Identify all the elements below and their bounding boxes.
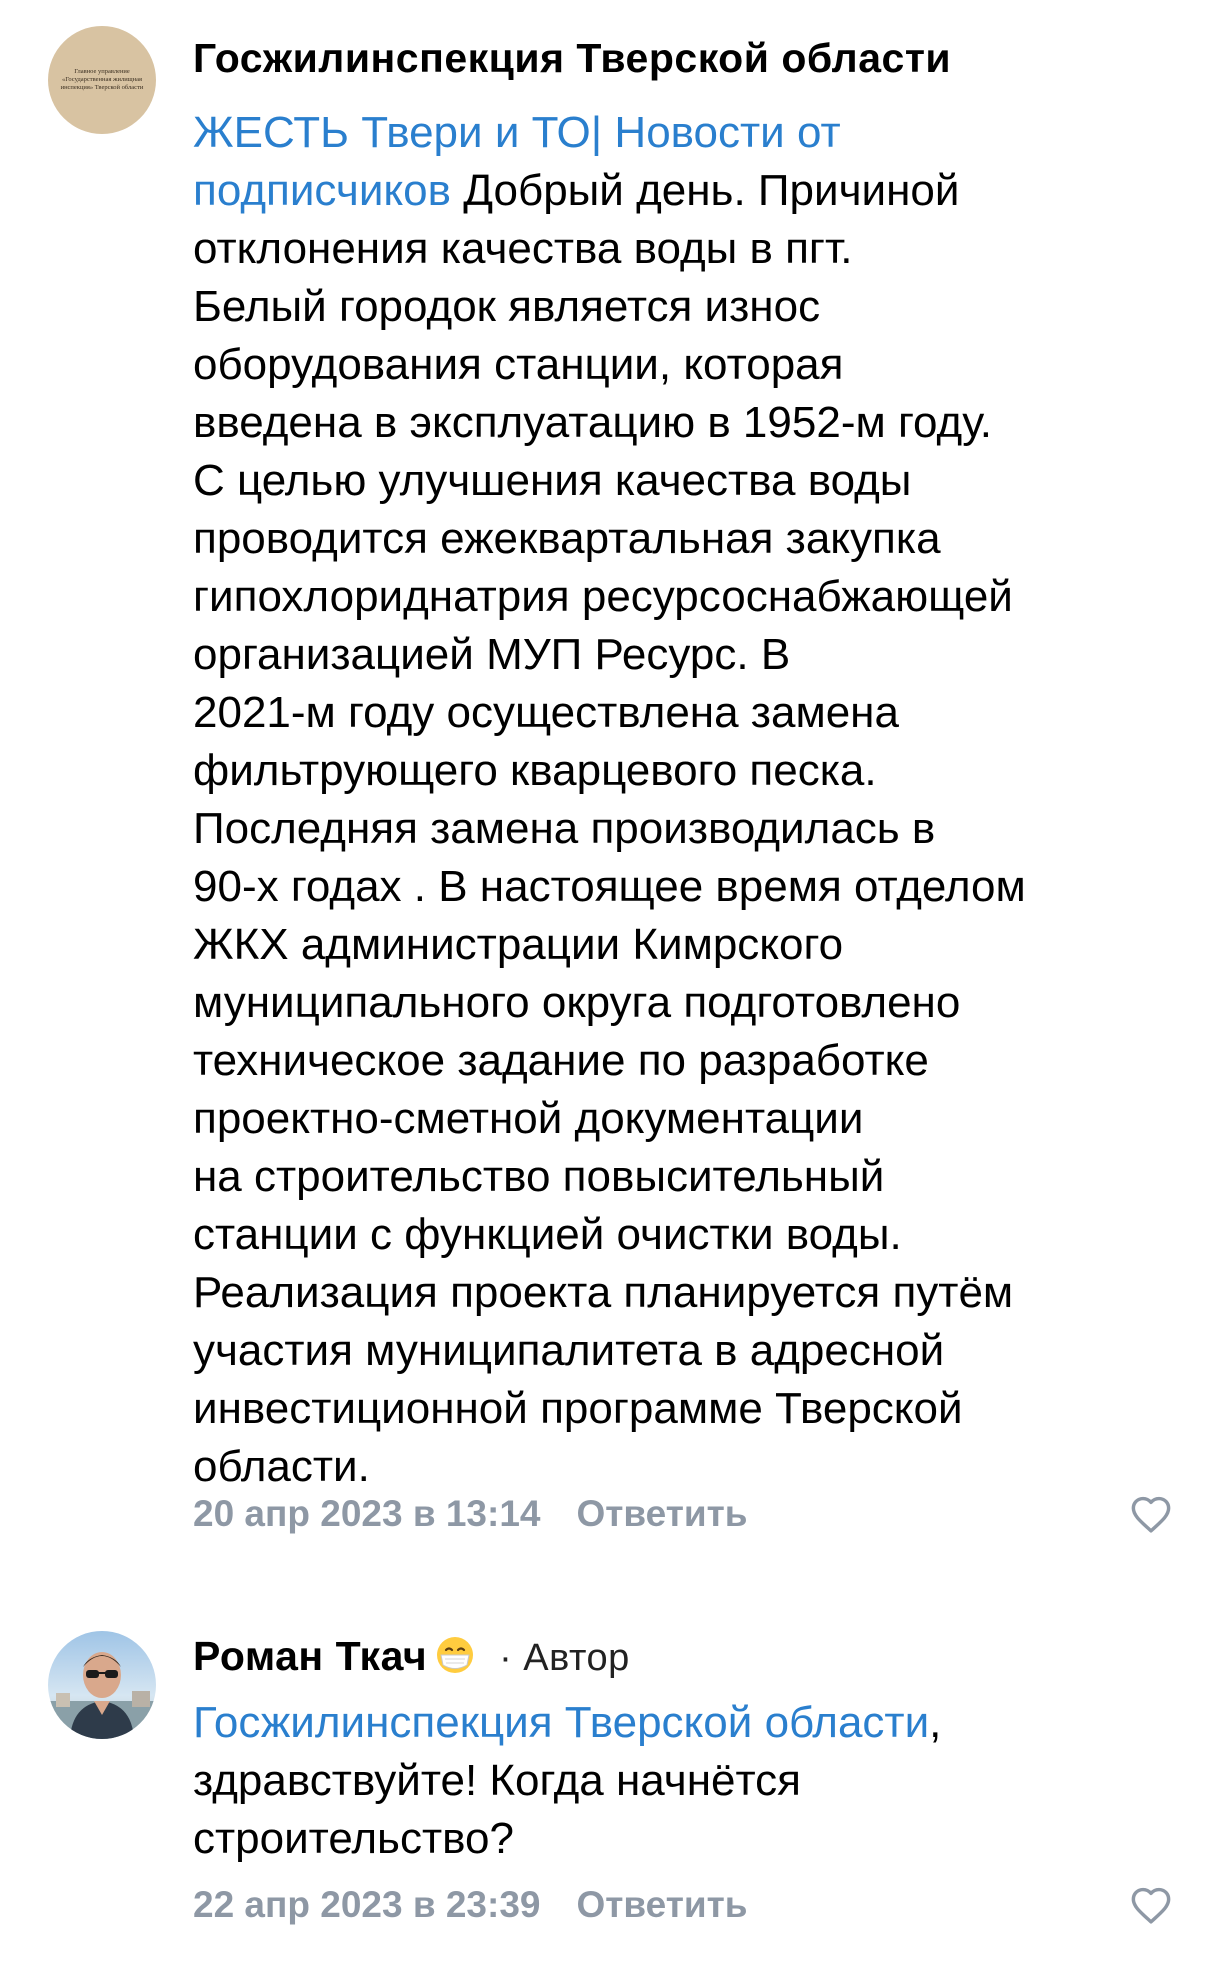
comment-author[interactable]: Госжилинспекция Тверской области — [193, 30, 1193, 86]
comment-text: организацией МУП Ресурс. В — [193, 630, 791, 679]
comment-date: 22 апр 2023 в 23:39 — [193, 1884, 541, 1925]
comment-content: Госжилинспекция Тверской области — [193, 30, 1193, 86]
comment-text: , — [929, 1698, 942, 1747]
avatar[interactable] — [48, 1631, 156, 1739]
comment-body: ЖЕСТЬ Твери и ТО| Новости от подписчиков… — [193, 104, 1193, 1496]
mention-link-line-1[interactable]: ЖЕСТЬ Твери и ТО| Новости от — [193, 104, 1193, 162]
comment-text: Реализация проекта планируется путём — [193, 1268, 1014, 1317]
author-role-label: · Автор — [499, 1637, 630, 1679]
comment-text: 2021-м году осуществлена замена — [193, 688, 899, 737]
mention-link[interactable]: Госжилинспекция Тверской области — [193, 1698, 929, 1747]
comment-text: оборудования станции, которая — [193, 340, 844, 389]
reply-button[interactable]: Ответить — [577, 1884, 748, 1925]
comment-text: Последняя замена производилась в — [193, 804, 936, 853]
heart-outline-icon[interactable] — [1129, 1885, 1173, 1925]
comment-text: участия муниципалитета в адресной — [193, 1326, 945, 1375]
avatar-photo — [48, 1631, 156, 1739]
comment-text: С целью улучшения качества воды — [193, 456, 912, 505]
comment-text: Белый городок является износ — [193, 282, 821, 331]
comment-meta: 20 апр 2023 в 13:14 Ответить — [193, 1489, 747, 1539]
comment-header: Роман Ткач · Автор — [193, 1628, 1193, 1686]
comment-text: станции с функцией очистки воды. — [193, 1210, 902, 1259]
comment-text: техническое задание по разработке — [193, 1036, 929, 1085]
comment-text: на строительство повысительный — [193, 1152, 885, 1201]
comment-meta: 22 апр 2023 в 23:39 Ответить — [193, 1880, 747, 1930]
comment-text: 90-х годах . В настоящее время отделом — [193, 862, 1026, 911]
avatar[interactable]: Главное управление «Государственная жили… — [48, 26, 156, 134]
comment-text: введена в эксплуатацию в 1952-м году. — [193, 398, 993, 447]
comment-text: здравствуйте! Когда начнётся — [193, 1756, 801, 1805]
comment-text: проводится ежеквартальная закупка — [193, 514, 941, 563]
comment-text: муниципального округа подготовлено — [193, 978, 961, 1027]
comment-text: отклонения качества воды в пгт. — [193, 224, 853, 273]
comment-body: Госжилинспекция Тверской области, здравс… — [193, 1694, 1193, 1868]
comment-text: области. — [193, 1442, 370, 1491]
face-with-mask-emoji-icon — [437, 1637, 474, 1673]
comment-text: ЖКХ администрации Кимрского — [193, 920, 844, 969]
comment-text: Добрый день. Причиной — [451, 166, 960, 215]
mention-link-line-2[interactable]: подписчиков — [193, 166, 451, 215]
comment-text: фильтрующего кварцевого песка. — [193, 746, 877, 795]
comment-text: проектно-сметной документации — [193, 1094, 864, 1143]
avatar-seal-text: Главное управление «Государственная жили… — [60, 68, 144, 91]
comment-date: 20 апр 2023 в 13:14 — [193, 1493, 541, 1534]
comment-text: строительство? — [193, 1814, 514, 1863]
comment-text: гипохлоридна­трия ресурсоснабжающей — [193, 572, 1013, 621]
comment-text: инвестиционной программе Тверской — [193, 1384, 963, 1433]
comment-author[interactable]: Роман Ткач — [193, 1633, 427, 1679]
reply-button[interactable]: Ответить — [577, 1493, 748, 1534]
heart-outline-icon[interactable] — [1129, 1494, 1173, 1534]
